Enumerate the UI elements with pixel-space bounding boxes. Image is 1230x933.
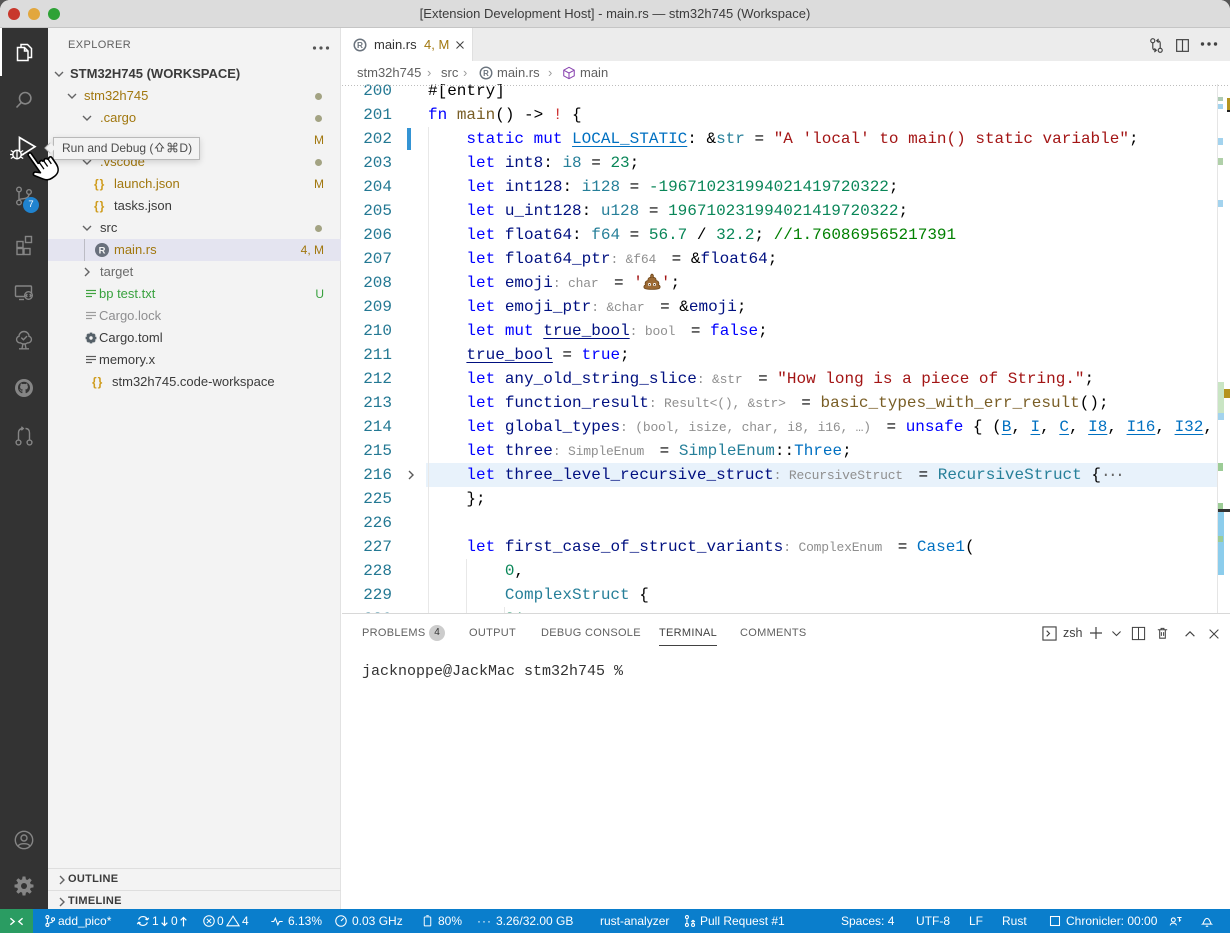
svg-text:R: R — [357, 40, 363, 50]
svg-text:R: R — [99, 246, 106, 257]
svg-text:R: R — [483, 69, 489, 78]
